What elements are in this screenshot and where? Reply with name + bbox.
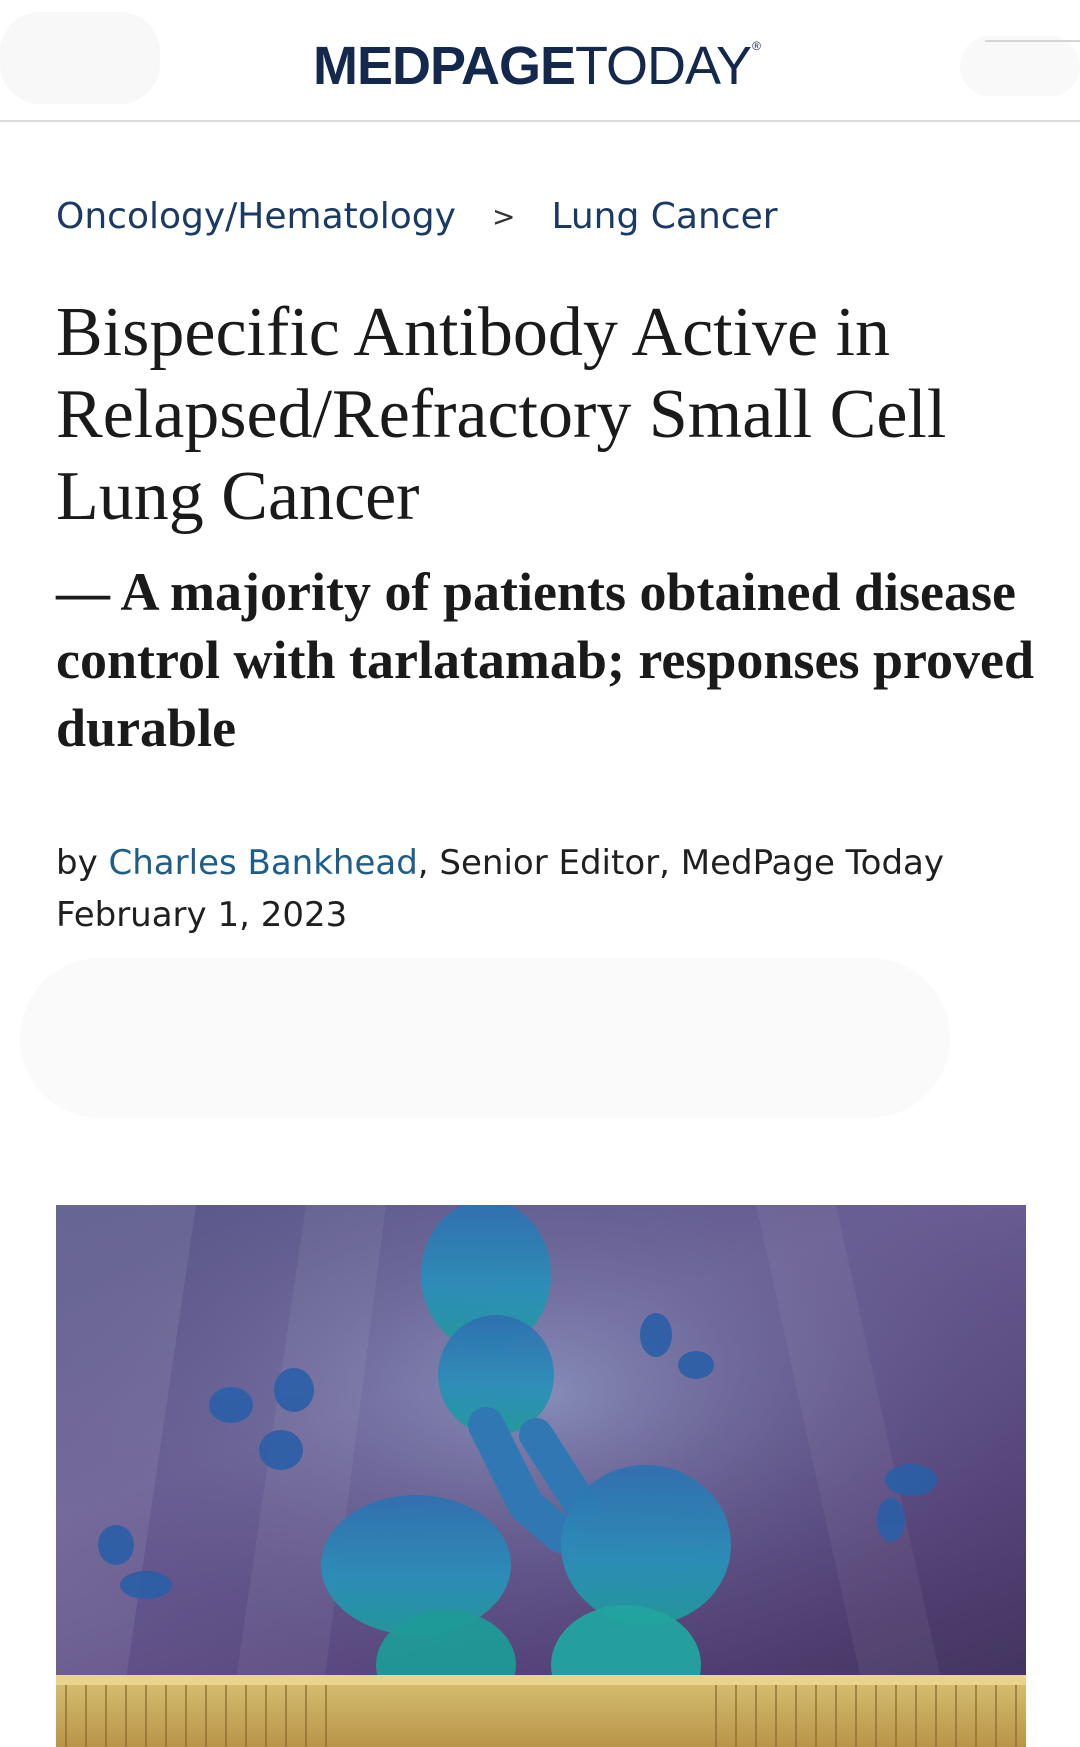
author-link[interactable]: Charles Bankhead [109,843,418,883]
article-subtitle: — A majority of patients obtained diseas… [56,562,1034,758]
logo-registered-mark: ® [752,39,761,53]
logo-bold-text: MEDPAGE [313,36,576,96]
site-logo[interactable]: MEDPAGE TODAY ® [313,36,761,96]
share-bar[interactable] [20,958,950,1118]
publish-date: February 1, 2023 [56,895,348,935]
byline-prefix: by [56,843,109,883]
byline: by Charles Bankhead, Senior Editor, MedP… [56,836,944,890]
menu-icon [985,40,1080,42]
antibody-illustration-icon [56,1205,1026,1747]
breadcrumb-lung-cancer[interactable]: Lung Cancer [551,196,777,237]
logo-light-text: TODAY [575,36,752,96]
back-button[interactable] [0,12,160,104]
menu-button[interactable] [960,36,1080,96]
article-title: Bispecific Antibody Active in Relapsed/R… [56,294,947,535]
breadcrumb-oncology-hematology[interactable]: Oncology/Hematology [56,196,456,237]
breadcrumb-separator: > [491,200,516,233]
author-role: , Senior Editor, MedPage Today [417,843,945,883]
breadcrumb: Oncology/Hematology > Lung Cancer [56,196,778,237]
site-header: MEDPAGE TODAY ® [0,0,1080,122]
hero-image [56,1205,1026,1747]
